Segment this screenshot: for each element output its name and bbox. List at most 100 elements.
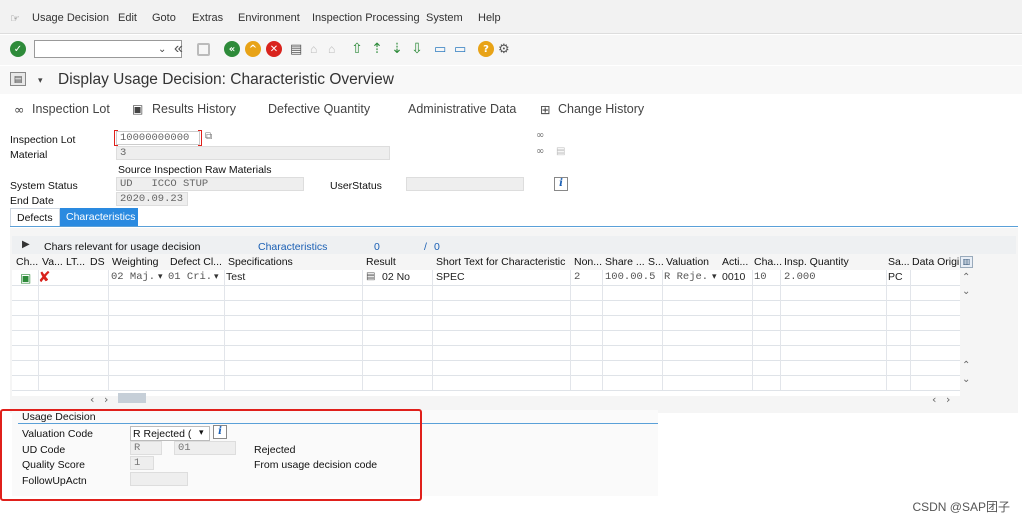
result-list-icon[interactable]: ▤ (366, 271, 375, 282)
column-divider (38, 270, 39, 390)
menu-edit[interactable]: Edit (118, 12, 137, 24)
valuation-cell[interactable]: R Reje. (664, 271, 708, 283)
tab-characteristics[interactable]: Characteristics (60, 208, 138, 226)
next-page-icon[interactable]: ⇣ (390, 40, 404, 58)
menu-toggle-icon[interactable]: ☞ (10, 12, 20, 25)
user-status-field (406, 177, 524, 191)
exit-icon[interactable]: ^ (245, 41, 261, 57)
col-header-lt[interactable]: LT... (66, 256, 85, 268)
defective-quantity-button[interactable]: Defective Quantity (268, 102, 370, 116)
standard-toolbar: ✓ ⌄ « « ^ ✕ ▤ ⌂ ⌂ ⇧ ⇡ ⇣ ⇩ ▭ ▭ ? ⚙ (0, 35, 1022, 65)
col-header-ds[interactable]: DS (90, 256, 105, 268)
column-divider (570, 270, 571, 390)
status-info-icon[interactable]: i (554, 177, 568, 191)
specifications-cell: Test (226, 271, 246, 283)
previous-page-icon[interactable]: ⇡ (370, 40, 384, 58)
row-detail-icon[interactable]: ▣ (20, 271, 31, 285)
inspection-lot-button[interactable]: Inspection Lot (32, 102, 110, 116)
col-header-ch[interactable]: Ch... (16, 256, 38, 268)
col-header-result[interactable]: Result (366, 256, 396, 268)
scroll-right-right-icon[interactable]: › (946, 393, 950, 406)
back-icon[interactable]: « (224, 41, 240, 57)
expand-triangle-icon[interactable]: ▶ (22, 239, 30, 250)
menu-system[interactable]: System (426, 12, 463, 24)
valuation-dropdown-icon[interactable]: ▾ (712, 271, 717, 282)
command-dropdown-icon[interactable]: ⌄ (158, 40, 166, 58)
menu-help[interactable]: Help (478, 12, 501, 24)
material-field: 3 (116, 146, 390, 160)
cancel-icon[interactable]: ✕ (266, 41, 282, 57)
horizontal-scroll-thumb[interactable] (118, 393, 146, 403)
col-header-s[interactable]: S... (648, 256, 664, 268)
menu-usage-decision[interactable]: Usage Decision (32, 12, 109, 24)
col-header-valuation[interactable]: Valuation (666, 256, 709, 268)
menu-goto[interactable]: Goto (152, 12, 176, 24)
display-lot-icon[interactable]: ∞ (536, 130, 544, 141)
settings-gear-icon[interactable]: ⚙ (498, 40, 510, 58)
col-header-non[interactable]: Non... (574, 256, 602, 268)
weighting-cell[interactable]: 02 Maj. (111, 271, 155, 283)
grid-line (12, 375, 960, 376)
copy-icon[interactable]: ⧉ (205, 131, 212, 142)
characteristics-link[interactable]: Characteristics (258, 241, 327, 253)
col-header-short-text[interactable]: Short Text for Characteristic (436, 256, 565, 268)
scroll-up-icon[interactable]: ⌃ (962, 272, 970, 283)
col-header-sa[interactable]: Sa... (888, 256, 910, 268)
first-page-icon[interactable]: ⇧ (350, 40, 364, 58)
col-header-specifications[interactable]: Specifications (228, 256, 293, 268)
application-toolbar: ∞ Inspection Lot ▣ Results History Defec… (0, 96, 1022, 122)
change-history-icon: ⊞ (540, 102, 551, 117)
col-header-data-origin[interactable]: Data Origi (912, 256, 959, 268)
enter-check-icon[interactable]: ✓ (10, 41, 26, 57)
scroll-down-icon[interactable]: ⌄ (962, 286, 970, 297)
grid-line (12, 300, 960, 301)
end-date-field: 2020.09.23 (116, 192, 188, 206)
scroll-down-bottom-icon[interactable]: ⌄ (962, 374, 970, 385)
inspection-lot-field[interactable]: 10000000000 (116, 131, 200, 145)
scroll-right-icon[interactable]: › (104, 393, 108, 406)
shortcut-icon[interactable]: ▭ (454, 40, 466, 58)
last-page-icon[interactable]: ⇩ (410, 40, 424, 58)
menu-inspection-processing[interactable]: Inspection Processing (312, 12, 420, 24)
help-icon[interactable]: ? (478, 41, 494, 57)
col-header-weighting[interactable]: Weighting (112, 256, 159, 268)
display-material-icon[interactable]: ∞ (536, 146, 544, 157)
back-double-chevron-icon[interactable]: « (174, 40, 183, 58)
tab-defects[interactable]: Defects (10, 208, 60, 226)
col-header-share[interactable]: Share ... (605, 256, 645, 268)
defect-class-dropdown-icon[interactable]: ▾ (214, 271, 219, 282)
system-status-field: UD ICCO STUP (116, 177, 304, 191)
tab-underline (10, 226, 1018, 227)
change-history-button[interactable]: Change History (558, 102, 644, 116)
col-header-va[interactable]: Va... (42, 256, 63, 268)
find-next-icon[interactable]: ⌂ (328, 40, 335, 58)
col-header-defect-class[interactable]: Defect Cl... (170, 256, 222, 268)
menu-environment[interactable]: Environment (238, 12, 300, 24)
col-header-activity[interactable]: Acti... (722, 256, 748, 268)
column-config-icon[interactable]: ▥ (960, 256, 973, 268)
col-header-insp-quantity[interactable]: Insp. Quantity (784, 256, 849, 268)
weighting-dropdown-icon[interactable]: ▾ (158, 271, 163, 282)
grid-line (12, 285, 960, 286)
scroll-left-icon[interactable]: ‹ (90, 393, 94, 406)
grid-line (12, 360, 960, 361)
print-icon[interactable]: ▤ (290, 40, 302, 58)
new-session-icon[interactable]: ▭ (434, 40, 446, 58)
menu-button-icon[interactable]: ▤ (10, 72, 26, 86)
save-icon[interactable] (196, 42, 210, 56)
reject-x-icon: ✘ (38, 268, 51, 286)
results-history-button[interactable]: Results History (152, 102, 236, 116)
scroll-up-bottom-icon[interactable]: ⌃ (962, 360, 970, 371)
menu-button-dropdown-icon[interactable]: ▾ (38, 75, 43, 86)
col-header-cha[interactable]: Cha... (754, 256, 782, 268)
material-detail-icon: ▤ (556, 146, 566, 157)
find-icon[interactable]: ⌂ (310, 40, 317, 58)
menu-bar: ☞ Usage Decision Edit Goto Extras Enviro… (0, 0, 1022, 34)
total-count: 0 (434, 241, 440, 253)
column-divider (432, 270, 433, 390)
defect-class-cell[interactable]: 01 Cri. (168, 271, 212, 283)
scroll-left-right-icon[interactable]: ‹ (932, 393, 936, 406)
inspection-lot-label: Inspection Lot (10, 134, 76, 146)
menu-extras[interactable]: Extras (192, 12, 223, 24)
administrative-data-button[interactable]: Administrative Data (408, 102, 516, 116)
